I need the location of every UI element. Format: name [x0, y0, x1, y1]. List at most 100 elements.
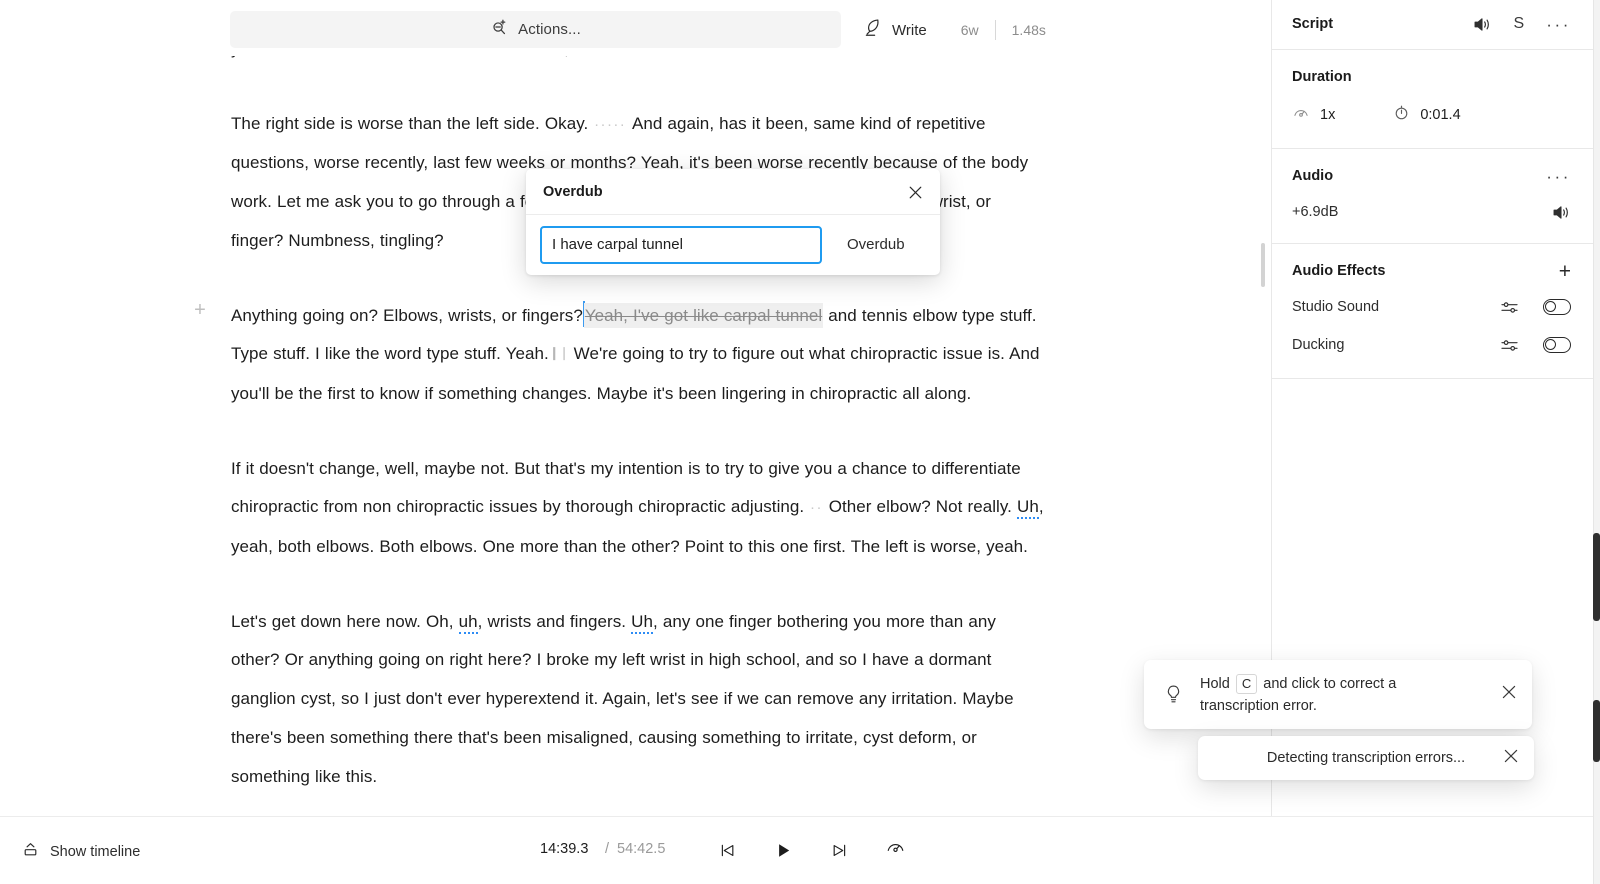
audio-gain-row: +6.9dB [1272, 193, 1593, 231]
speaker-volume-icon[interactable] [1552, 204, 1571, 221]
overdub-submit-button[interactable]: Overdub [847, 236, 905, 253]
audio-title: Audio [1292, 168, 1334, 184]
window-scrollbar-thumb-secondary[interactable] [1593, 700, 1600, 762]
write-button-label: Write [892, 21, 927, 39]
toolbar-divider [994, 20, 996, 40]
app-root: Actions... Write 6w 1.48s The right side… [0, 0, 1600, 884]
skip-back-icon[interactable] [712, 835, 742, 865]
tip-toast-text: Hold C and click to correct a transcript… [1200, 673, 1462, 717]
tip-toast: Hold C and click to correct a transcript… [1144, 660, 1532, 729]
filler-word-span[interactable]: uh [458, 611, 478, 634]
clip-length-value: 0:01.4 [1420, 107, 1461, 123]
kbd-key: C [1235, 673, 1258, 694]
transcript-text: , any one finger bothering you more than… [231, 611, 1014, 786]
clip-duration: 1.48s [1011, 22, 1046, 38]
script-header-row: Script S ··· [1272, 8, 1593, 40]
close-icon[interactable] [1500, 683, 1518, 706]
audio-gain-value: +6.9dB [1292, 204, 1339, 220]
total-time: 54:42.5 [617, 841, 666, 857]
speed-gauge-icon [885, 837, 906, 863]
speed-gauge-icon [1292, 104, 1310, 127]
plus-icon[interactable]: + [1559, 261, 1571, 282]
window-scrollbar-thumb[interactable] [1593, 533, 1600, 621]
duration-title: Duration [1292, 69, 1352, 85]
time-separator: / [605, 841, 610, 857]
effect-label: Ducking [1292, 337, 1345, 353]
skip-forward-icon[interactable] [824, 835, 854, 865]
script-title: Script [1292, 16, 1334, 32]
duration-header-row: Duration [1272, 60, 1593, 94]
audio-header-row: Audio ··· [1272, 159, 1593, 193]
solo-button[interactable]: S [1514, 15, 1525, 33]
transcript-paragraph[interactable]: Let's get down here now. Oh, uh, wrists … [231, 603, 1046, 797]
timeline-expand-icon [22, 841, 39, 863]
audio-gap-marker[interactable]: ·· [804, 499, 829, 516]
toolbar-right-group: Write 6w 1.48s [856, 0, 1046, 60]
sidebar-section-duration: Duration 1x 0:01.4 [1272, 50, 1593, 149]
audio-gap-marker[interactable]: ····· [588, 116, 632, 133]
sliders-icon[interactable] [1500, 299, 1519, 316]
playback-speed-button[interactable] [880, 835, 910, 865]
speed-value: 1x [1320, 107, 1336, 123]
clip-length-control[interactable]: 0:01.4 [1393, 104, 1461, 126]
speaker-volume-icon[interactable] [1473, 16, 1492, 33]
effect-row-ducking[interactable]: Ducking [1272, 326, 1593, 364]
lightbulb-icon [1163, 683, 1184, 706]
duration-values-row: 1x 0:01.4 [1272, 94, 1593, 136]
effect-toggle[interactable] [1543, 299, 1571, 315]
transcript-text: you think one side is different than the… [231, 56, 699, 58]
show-timeline-label: Show timeline [50, 844, 141, 860]
audio-effects-title: Audio Effects [1292, 263, 1386, 279]
transcript-text: Anything going on? Elbows, wrists, or fi… [231, 305, 583, 325]
overdub-dialog-body: Overdub [526, 215, 940, 274]
more-horizontal-icon[interactable]: ··· [1546, 16, 1571, 33]
overdub-text-input[interactable] [540, 225, 822, 264]
play-icon[interactable] [768, 835, 798, 865]
overdub-dialog: Overdub Overdub [526, 169, 940, 275]
more-horizontal-icon[interactable]: ··· [1546, 168, 1571, 185]
close-icon[interactable] [903, 180, 927, 204]
magnifier-plus-icon [490, 18, 509, 42]
transcript-text: Let's get down here now. Oh, [231, 611, 459, 631]
detecting-toast-text: Detecting transcription errors... [1266, 750, 1466, 766]
actions-button[interactable]: Actions... [230, 11, 841, 48]
add-block-icon[interactable]: + [191, 300, 209, 320]
detecting-toast: Detecting transcription errors... [1198, 736, 1534, 780]
transcript-text: , wrists and fingers. [477, 611, 632, 631]
word-count: 6w [960, 22, 979, 38]
close-icon[interactable] [1502, 747, 1520, 770]
overdub-dialog-header: Overdub [526, 169, 940, 215]
feather-quill-icon [862, 17, 883, 43]
tip-suffix: and click to correct a transcription err… [1200, 675, 1397, 714]
transcript-paragraph[interactable]: If it doesn't change, well, maybe not. B… [231, 450, 1046, 567]
playback-speed-control[interactable]: 1x [1292, 104, 1335, 127]
overdub-dialog-title: Overdub [543, 183, 603, 200]
current-time: 14:39.3 [540, 841, 589, 857]
transcript-text: Other elbow? Not really. [828, 497, 1017, 517]
transport-controls [712, 835, 854, 865]
short-gap-marker[interactable]: ❙❘ [549, 334, 570, 373]
filler-word-span[interactable]: Uh [631, 611, 653, 634]
effect-label: Studio Sound [1292, 299, 1380, 315]
top-toolbar: Actions... Write 6w 1.48s [0, 0, 1271, 60]
window-scrollbar[interactable] [1593, 0, 1600, 884]
transcript-text: The right side is worse than the left si… [231, 113, 589, 133]
write-button[interactable]: Write [856, 13, 933, 47]
sidebar-section-audio-effects: Audio Effects + Studio Sound Ducking [1272, 244, 1593, 379]
show-timeline-button[interactable]: Show timeline [22, 841, 140, 863]
transcript-scrollbar-thumb[interactable] [1261, 243, 1265, 287]
effect-toggle[interactable] [1543, 337, 1571, 353]
sidebar-section-script: Script S ··· [1272, 0, 1593, 50]
deleted-text-span[interactable]: Yeah, I've got like carpal tunnel [583, 302, 824, 328]
actions-button-label: Actions... [518, 21, 581, 38]
audio-effects-header-row: Audio Effects + [1272, 254, 1593, 288]
transcript-paragraph[interactable]: + Anything going on? Elbows, wrists, or f… [194, 297, 1046, 414]
editor-column: Actions... Write 6w 1.48s The right side… [0, 0, 1271, 884]
effect-row-studio-sound[interactable]: Studio Sound [1272, 288, 1593, 326]
tip-prefix: Hold [1200, 675, 1230, 692]
sliders-icon[interactable] [1500, 337, 1519, 354]
transcript-paragraph[interactable]: you think one side is different than the… [231, 56, 1046, 69]
bottom-bar: Show timeline 14:39.3 / 54:42.5 [0, 816, 1593, 884]
stopwatch-icon [1393, 104, 1410, 126]
filler-word-span[interactable]: Uh [1017, 497, 1039, 520]
